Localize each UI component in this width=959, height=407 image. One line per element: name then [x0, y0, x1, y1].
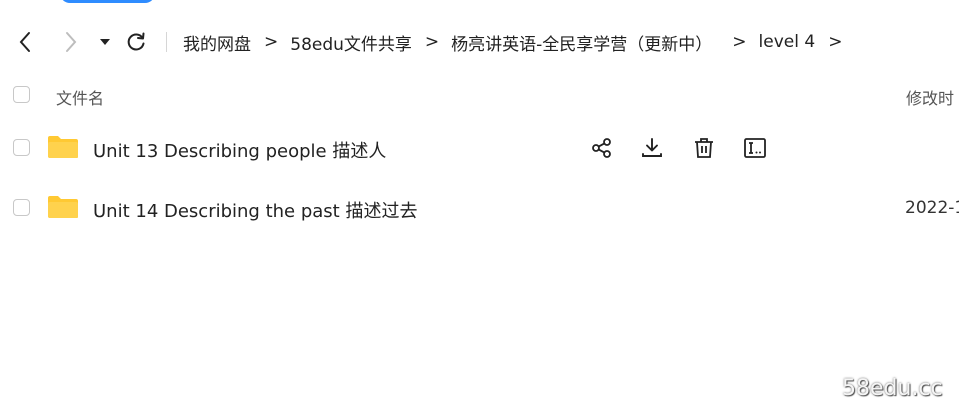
file-row[interactable]: Unit 13 Describing people 描述人 [0, 122, 959, 174]
breadcrumb: 我的网盘 > 58edu文件共享 > 杨亮讲英语-全民享学营（更新中） > le… [183, 24, 854, 60]
navigation-bar: 我的网盘 > 58edu文件共享 > 杨亮讲英语-全民享学营（更新中） > le… [0, 24, 959, 60]
breadcrumb-item-root[interactable]: 我的网盘 [183, 30, 251, 55]
file-list-header: 文件名 修改时 [0, 80, 959, 110]
folder-icon [47, 195, 79, 219]
file-modified-date: 2022-1 [905, 198, 959, 218]
breadcrumb-separator: > [264, 32, 279, 52]
rename-icon[interactable] [742, 135, 768, 161]
column-header-modified[interactable]: 修改时 [906, 85, 954, 109]
file-name[interactable]: Unit 14 Describing the past 描述过去 [93, 197, 417, 223]
top-accent-strip [60, 0, 155, 3]
delete-icon[interactable] [691, 135, 717, 161]
forward-icon[interactable] [60, 30, 82, 54]
breadcrumb-separator: > [828, 32, 843, 52]
breadcrumb-item-share[interactable]: 58edu文件共享 [290, 30, 412, 55]
file-row[interactable]: Unit 14 Describing the past 描述过去 2022-1 [0, 182, 959, 234]
history-dropdown-icon[interactable] [96, 34, 114, 50]
share-icon[interactable] [589, 135, 615, 161]
row-checkbox[interactable] [13, 199, 30, 216]
download-icon[interactable] [639, 135, 665, 161]
breadcrumb-separator: > [424, 32, 440, 52]
file-name[interactable]: Unit 13 Describing people 描述人 [93, 137, 386, 163]
folder-icon [47, 135, 79, 159]
nav-divider [166, 32, 167, 52]
refresh-icon[interactable] [124, 30, 148, 54]
back-icon[interactable] [14, 30, 36, 54]
column-header-name[interactable]: 文件名 [56, 85, 104, 109]
watermark: 58edu.cc [842, 376, 943, 401]
breadcrumb-separator: > [732, 32, 747, 52]
breadcrumb-item-course[interactable]: 杨亮讲英语-全民享学营（更新中） [451, 30, 712, 55]
breadcrumb-item-level[interactable]: level 4 [759, 32, 816, 52]
select-all-checkbox[interactable] [13, 86, 30, 103]
row-checkbox[interactable] [13, 139, 30, 156]
